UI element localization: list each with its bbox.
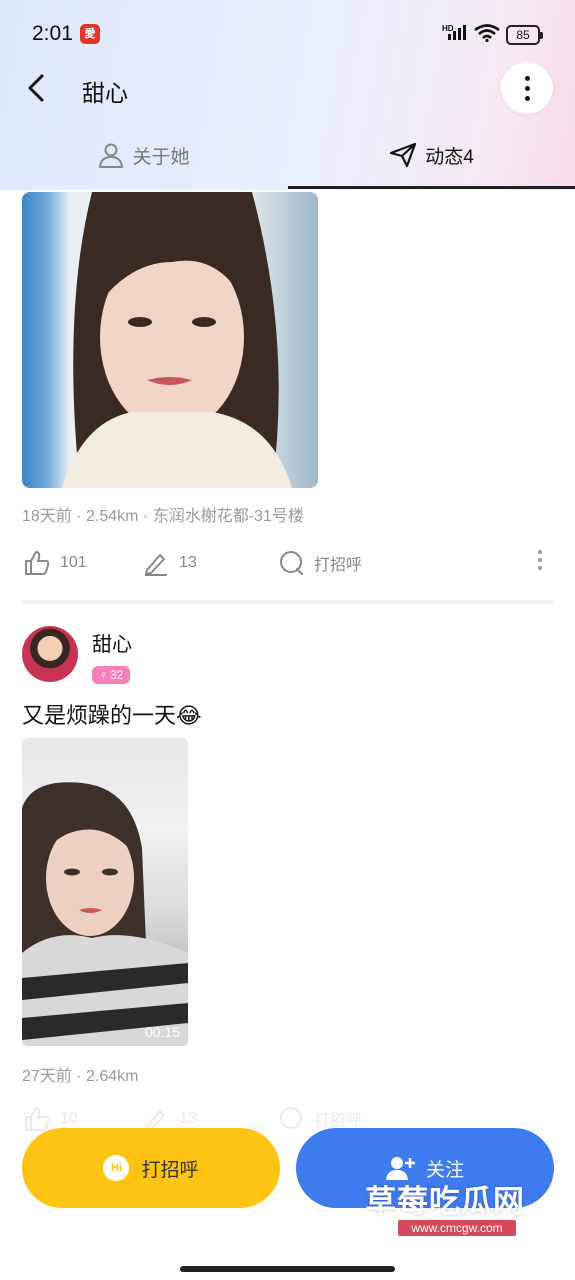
greet-button[interactable]: 打招呼 xyxy=(278,550,362,576)
post-meta: 18天前 · 2.54km · 东润水榭花都-31号楼 xyxy=(22,508,304,525)
more-dot-icon xyxy=(525,76,530,81)
wifi-icon xyxy=(474,24,500,42)
watermark-text: 草莓吃瓜网 xyxy=(365,1184,525,1219)
more-dot-icon xyxy=(525,86,530,91)
back-button[interactable] xyxy=(20,70,56,106)
thumbs-up-icon xyxy=(25,551,50,575)
post-author[interactable]: 甜心 xyxy=(92,628,132,657)
status-time: 2:01 xyxy=(32,22,73,45)
like-count: 101 xyxy=(60,554,87,571)
page-title: 甜心 xyxy=(82,80,128,106)
video-duration: 00:15 xyxy=(144,1024,180,1040)
avatar[interactable] xyxy=(22,626,78,682)
battery-icon: 85 xyxy=(506,25,543,45)
more-dot-icon xyxy=(525,96,530,101)
user-icon xyxy=(99,143,124,168)
age-badge: ♀ 32 xyxy=(92,666,130,684)
post-text: 又是烦躁的一天😂 xyxy=(22,703,202,728)
comment-button[interactable]: 13 xyxy=(143,550,197,576)
age-value: 32 xyxy=(109,668,124,682)
comment-count: 13 xyxy=(179,554,197,571)
portrait-illustration xyxy=(62,192,292,488)
app-notification-icon: 愛 xyxy=(80,24,100,44)
send-icon xyxy=(390,142,417,168)
hi-icon: Hi xyxy=(103,1155,130,1181)
tab-about-her[interactable]: 关于她 xyxy=(0,124,288,186)
post-photo[interactable] xyxy=(22,192,318,488)
tab-feed[interactable]: 动态4 xyxy=(288,124,575,186)
post-meta: 27天前 · 2.64km xyxy=(22,1068,139,1085)
active-tab-indicator xyxy=(288,186,575,189)
greet-label: 打招呼 xyxy=(314,557,363,574)
profile-tabs: 关于她 动态4 xyxy=(0,124,575,190)
signal-icon xyxy=(448,25,466,40)
chat-bubble-icon xyxy=(280,551,303,575)
status-bar: 2:01 愛 HD 85 xyxy=(0,0,575,64)
video-thumbnail-illustration xyxy=(22,782,188,1046)
female-icon: ♀ xyxy=(98,668,108,682)
say-hi-label: 打招呼 xyxy=(141,1159,199,1181)
navigation-bar: 甜心 xyxy=(0,62,575,118)
more-options-button[interactable] xyxy=(501,62,553,114)
watermark-url: www.cmcgw.com xyxy=(398,1220,516,1236)
pencil-icon xyxy=(145,554,167,576)
home-indicator[interactable] xyxy=(180,1266,395,1272)
post-actions: 101 13 打招呼 xyxy=(0,542,575,586)
like-button[interactable]: 101 xyxy=(24,550,87,576)
post-more-button[interactable] xyxy=(538,550,548,574)
post-video[interactable]: 00:15 xyxy=(22,738,188,1046)
post-divider xyxy=(22,600,553,604)
tab-about-label: 关于她 xyxy=(132,146,190,168)
tab-feed-label: 动态4 xyxy=(425,146,474,168)
say-hi-button[interactable]: Hi 打招呼 xyxy=(22,1128,280,1208)
